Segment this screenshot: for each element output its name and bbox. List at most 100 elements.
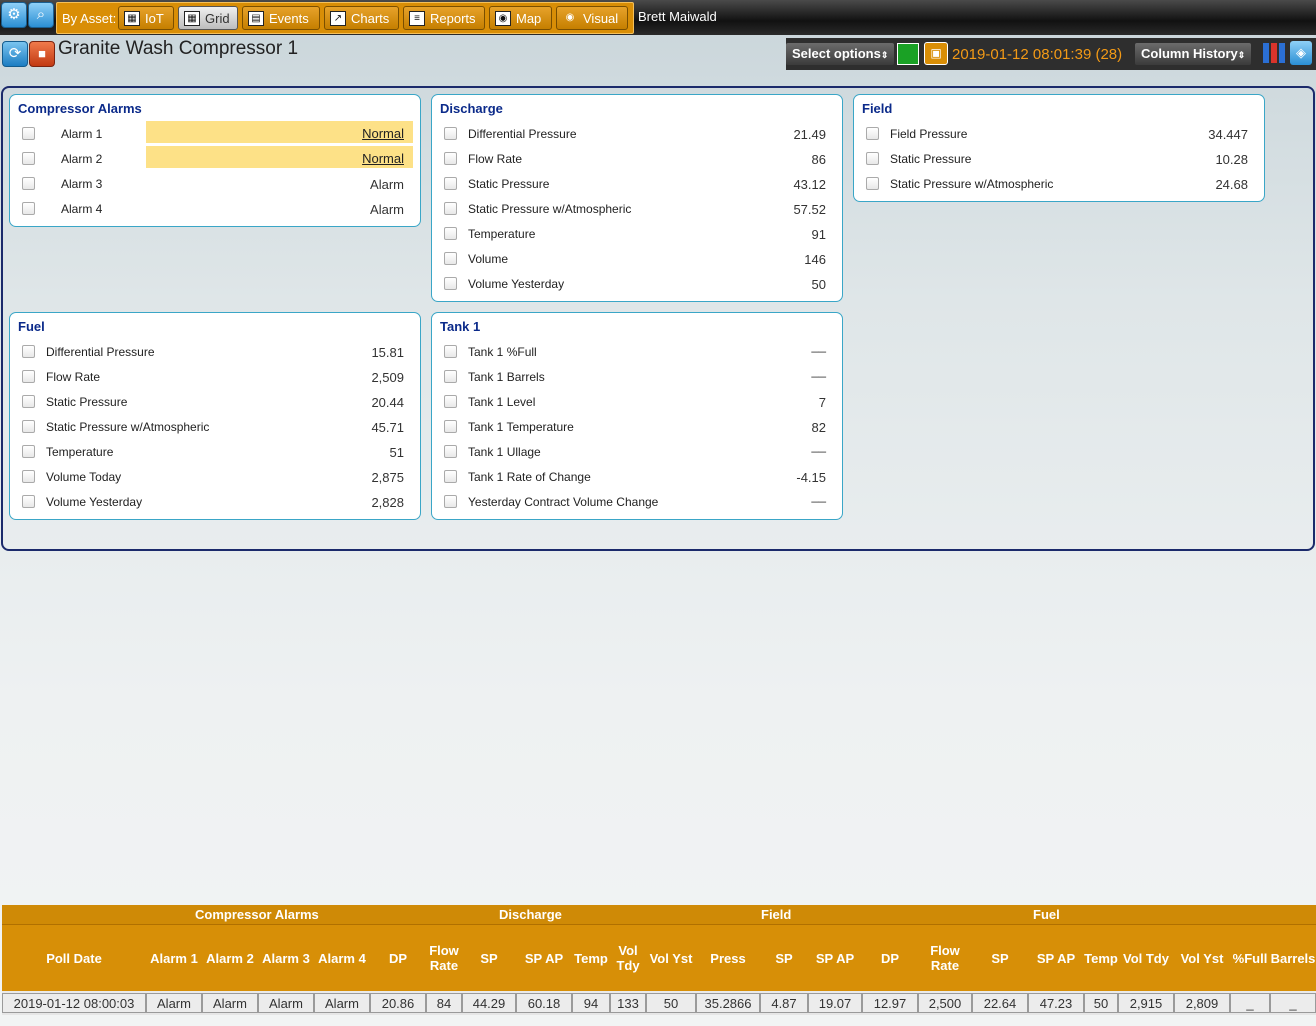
column-header[interactable]: Flow Rate [426,925,462,991]
nav-visual-button[interactable]: ◉ Visual [556,6,628,30]
table-row[interactable]: 2019-01-12 08:00:03 Alarm Alarm Alarm Al… [2,993,1316,1015]
column-header[interactable]: SP AP [808,925,862,991]
row-checkbox[interactable] [22,345,35,358]
by-asset-label: By Asset: [62,11,117,26]
row-checkbox[interactable] [22,395,35,408]
user-name[interactable]: Brett Maiwald [638,9,717,24]
gear-icon[interactable]: ⚙ [1,2,27,28]
row-checkbox[interactable] [22,177,35,190]
asset-box-icon[interactable]: ■ [29,41,55,67]
column-header[interactable]: %Full [1230,925,1270,991]
nav-grid-button[interactable]: ▦ Grid [178,6,238,30]
row-checkbox[interactable] [444,127,457,140]
column-header[interactable]: SP [462,925,516,991]
column-header[interactable]: Alarm 1 [146,925,202,991]
column-header[interactable]: Vol Yst [1174,925,1230,991]
row-checkbox[interactable] [444,202,457,215]
row-value: __ [811,338,826,353]
column-header[interactable]: Flow Rate [918,925,972,991]
row-value: __ [811,488,826,503]
row-checkbox[interactable] [444,495,457,508]
panel-title: Discharge [440,101,503,116]
save-icon[interactable]: ▣ [924,42,948,65]
row-checkbox[interactable] [444,345,457,358]
table-cell: 2019-01-12 08:00:03 [2,993,146,1013]
list-item: Static Pressure 43.12 [432,171,842,196]
row-label: Volume [468,252,509,266]
row-checkbox[interactable] [444,445,457,458]
row-checkbox[interactable] [22,420,35,433]
row-checkbox[interactable] [22,152,35,165]
row-checkbox[interactable] [444,277,457,290]
row-checkbox[interactable] [22,470,35,483]
column-header[interactable]: Vol Yst [646,925,696,991]
column-header[interactable]: Vol Tdy [1118,925,1174,991]
row-checkbox[interactable] [444,152,457,165]
refresh-icon[interactable]: ⟳ [2,41,28,67]
row-value: 7 [818,395,826,410]
search-icon[interactable]: ⌕ [28,2,54,28]
row-checkbox[interactable] [22,445,35,458]
sort-arrows-icon: ⇕ [1237,50,1246,60]
table-cell: 94 [572,993,610,1013]
column-header[interactable]: SP [972,925,1028,991]
nav-charts-button[interactable]: ↗ Charts [324,6,399,30]
column-header[interactable]: DP [862,925,918,991]
row-checkbox[interactable] [444,177,457,190]
column-header[interactable]: SP AP [1028,925,1084,991]
column-header[interactable]: Temp [572,925,610,991]
column-header[interactable]: Alarm 3 [258,925,314,991]
nav-iot-button[interactable]: ▦ IoT [118,6,174,30]
nav-reports-button[interactable]: ≡ Reports [403,6,485,30]
list-item: Volume 146 [432,246,842,271]
row-value[interactable]: Normal [362,126,404,141]
row-checkbox[interactable] [866,127,879,140]
table-cell: _ [1270,993,1316,1013]
panel-title: Field [862,101,893,116]
list-item: Tank 1 Level 7 [432,389,842,414]
nav-events-button[interactable]: ▤ Events [242,6,320,30]
cube-icon[interactable]: ◈ [1290,41,1312,65]
column-header[interactable]: SP [760,925,808,991]
row-label: Static Pressure [468,177,550,191]
list-item: Yesterday Contract Volume Change __ [432,488,842,514]
row-checkbox[interactable] [22,202,35,215]
row-checkbox[interactable] [22,495,35,508]
list-item: Field Pressure 34.447 [854,121,1264,146]
column-header[interactable]: Barrels [1270,925,1316,991]
row-label: Volume Yesterday [468,277,565,291]
column-header[interactable]: DP [370,925,426,991]
column-header[interactable]: Alarm 2 [202,925,258,991]
list-item: Tank 1 Barrels __ [432,363,842,389]
row-checkbox[interactable] [444,370,457,383]
row-checkbox[interactable] [22,127,35,140]
row-checkbox[interactable] [866,152,879,165]
column-header[interactable]: Press [696,925,760,991]
status-indicator[interactable] [897,43,919,65]
column-header[interactable]: Alarm 4 [314,925,370,991]
row-checkbox[interactable] [444,420,457,433]
column-header[interactable]: Temp [1084,925,1118,991]
row-value: 20.44 [371,395,404,410]
row-checkbox[interactable] [444,227,457,240]
row-checkbox[interactable] [444,252,457,265]
row-checkbox[interactable] [444,470,457,483]
table-cell: 2,915 [1118,993,1174,1013]
table-cell: 20.86 [370,993,426,1013]
column-header[interactable]: Vol Tdy [610,925,646,991]
compressor-alarms-panel: Compressor Alarms Alarm 1 Normal Alarm 2… [9,94,421,227]
column-header[interactable]: Poll Date [2,925,146,991]
row-checkbox[interactable] [22,370,35,383]
chart-icon: ↗ [330,11,346,26]
row-label: Static Pressure w/Atmospheric [46,420,210,434]
column-header[interactable]: SP AP [516,925,572,991]
select-options-dropdown[interactable]: Select options⇕ [786,43,895,65]
row-value[interactable]: Normal [362,151,404,166]
row-checkbox[interactable] [866,177,879,190]
row-value: 82 [811,420,826,435]
columns-icon[interactable] [1262,41,1286,65]
table-cell: 12.97 [862,993,918,1013]
row-checkbox[interactable] [444,395,457,408]
column-history-dropdown[interactable]: Column History⇕ [1135,43,1252,65]
nav-map-button[interactable]: ◉ Map [489,6,552,30]
